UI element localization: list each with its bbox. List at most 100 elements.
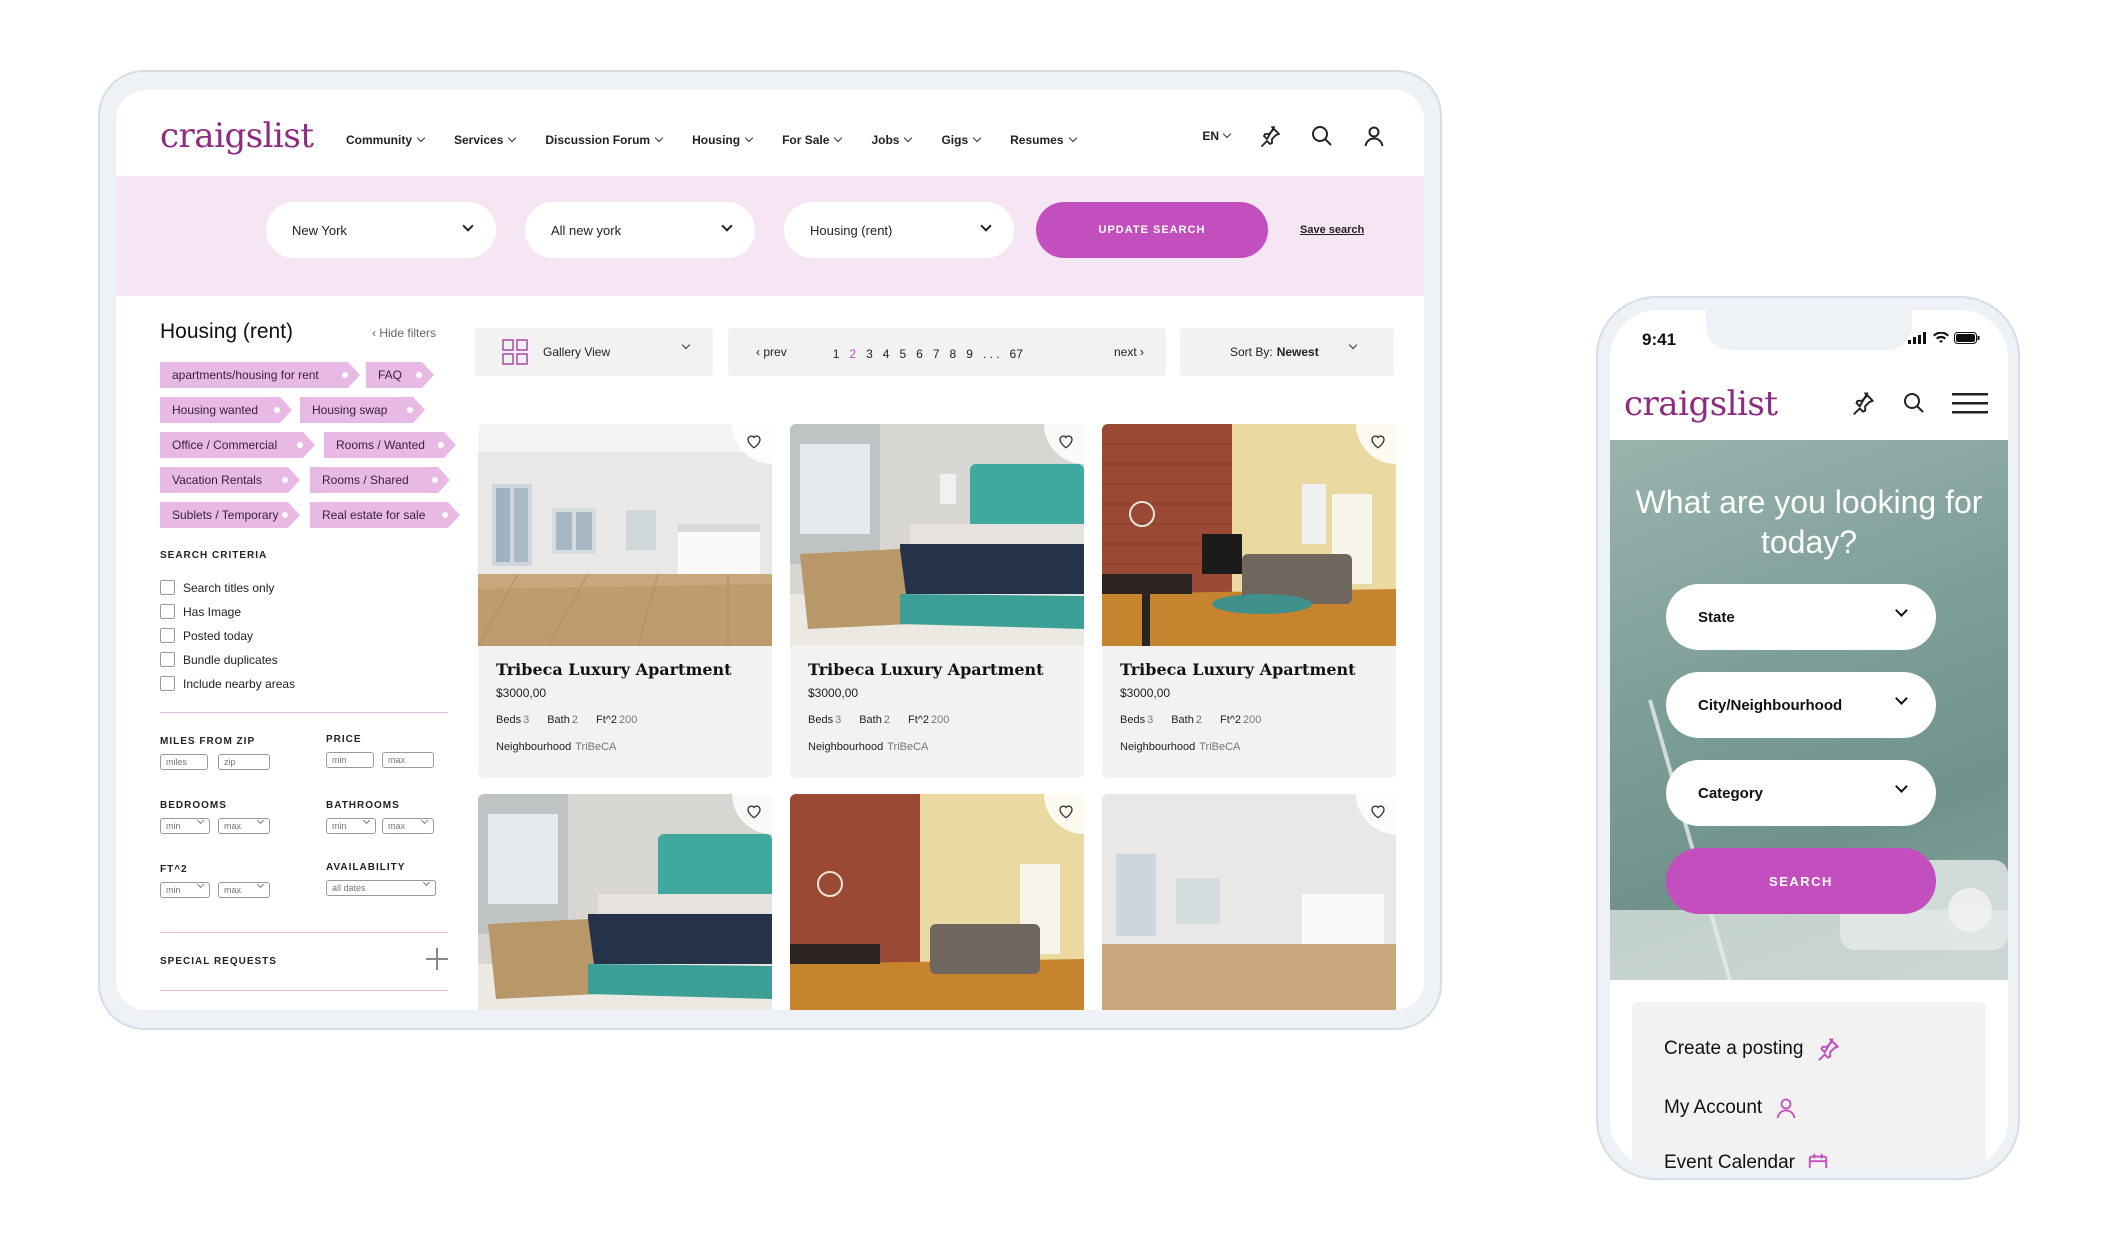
page-link[interactable]: 7 [933,347,940,361]
listing-photo[interactable] [478,794,772,1010]
my-account-link[interactable]: My Account [1664,1096,1798,1120]
listing-photo[interactable] [1102,424,1396,646]
price-max-input[interactable]: max [382,752,434,768]
pin-icon[interactable] [1850,390,1876,416]
category-select[interactable]: Category [1666,760,1936,826]
listing-card[interactable]: Tribeca Luxury Apartment $3000,00 Beds 3 … [1102,424,1396,778]
listing-title[interactable]: Tribeca Luxury Apartment [808,660,1044,679]
page-link[interactable]: 4 [883,347,890,361]
bedrooms-max-select[interactable]: max [218,816,270,834]
bathrooms-min-select[interactable]: min [326,816,376,834]
page-link[interactable]: 6 [916,347,923,361]
checkbox[interactable] [160,604,175,619]
tag-real-estate[interactable]: Real estate for sale [310,502,460,528]
nav-resumes[interactable]: Resumes [1010,133,1077,147]
checkbox-bundle-duplicates[interactable]: Bundle duplicates [160,652,278,667]
zip-input[interactable]: zip [218,754,270,770]
availability-select[interactable]: all dates [326,878,436,896]
update-search-button[interactable]: UPDATE SEARCH [1036,202,1268,258]
checkbox[interactable] [160,628,175,643]
tag-office-commercial[interactable]: Office / Commercial [160,432,315,458]
link-label: My Account [1664,1097,1763,1118]
link-label: Create a posting [1664,1038,1804,1059]
search-icon[interactable] [1310,124,1334,148]
nav-jobs[interactable]: Jobs [871,133,913,147]
page-link-current[interactable]: 2 [849,347,856,361]
tag-rooms-wanted[interactable]: Rooms / Wanted [324,432,456,458]
craigslist-logo[interactable]: craigslist [160,116,314,156]
bedrooms-min-select[interactable]: min [160,816,210,834]
language-selector[interactable]: EN [1202,129,1232,143]
listing-card[interactable] [790,794,1084,1010]
listing-card[interactable] [478,794,772,1010]
listing-photo[interactable] [478,424,772,646]
checkbox-titles-only[interactable]: Search titles only [160,580,274,595]
ft2-min-select[interactable]: min [160,880,210,898]
category-select[interactable]: Housing (rent) [784,202,1014,258]
bathrooms-max-select[interactable]: max [382,816,434,834]
craigslist-logo[interactable]: craigslist [1624,384,1778,424]
nav-housing[interactable]: Housing [692,133,754,147]
plus-icon[interactable] [426,948,448,970]
next-page-link[interactable]: next › [1114,345,1144,359]
page-link[interactable]: 1 [833,347,840,361]
state-select[interactable]: State [1666,584,1936,650]
listing-card[interactable]: Tribeca Luxury Apartment $3000,00 Beds 3 … [478,424,772,778]
hide-filters-link[interactable]: ‹ Hide filters [372,326,436,340]
page-link[interactable]: 3 [866,347,873,361]
tag-housing-swap[interactable]: Housing swap [300,397,425,423]
page-link[interactable]: 9 [966,347,973,361]
listing-card[interactable] [1102,794,1396,1010]
sort-selector[interactable]: Sort By: Newest [1180,328,1394,376]
status-time: 9:41 [1642,330,1677,349]
page-link[interactable]: 5 [899,347,906,361]
area-select[interactable]: All new york [525,202,755,258]
checkbox-has-image[interactable]: Has Image [160,604,241,619]
tag-housing-wanted[interactable]: Housing wanted [160,397,292,423]
area-value: All new york [551,222,622,238]
page-link[interactable]: 8 [950,347,957,361]
city-select[interactable]: City/Neighbourhood [1666,672,1936,738]
page-link[interactable]: 67 [1010,347,1023,361]
search-button[interactable]: SEARCH [1666,848,1936,914]
location-select[interactable]: New York [266,202,496,258]
listing-photo[interactable] [790,424,1084,646]
listing-card[interactable]: Tribeca Luxury Apartment $3000,00 Beds 3 … [790,424,1084,778]
listing-title[interactable]: Tribeca Luxury Apartment [496,660,732,679]
hide-filters-label: Hide filters [379,326,437,340]
prev-page-link[interactable]: ‹ prev [756,345,787,359]
view-selector[interactable]: Gallery View [475,328,713,376]
phone-notch [1706,310,1912,350]
checkbox-posted-today[interactable]: Posted today [160,628,253,643]
listing-title[interactable]: Tribeca Luxury Apartment [1120,660,1356,679]
tag-faq[interactable]: FAQ [366,362,434,388]
nav-label: Discussion Forum [545,133,651,147]
price-min-input[interactable]: min [326,752,374,768]
tag-sublets[interactable]: Sublets / Temporary [160,502,300,528]
user-icon[interactable] [1362,124,1386,148]
nav-community[interactable]: Community [346,133,426,147]
nav-for-sale[interactable]: For Sale [782,133,843,147]
select-value: Category [1698,784,1764,802]
listing-photo[interactable] [1102,794,1396,1010]
miles-input[interactable]: miles [160,754,208,770]
search-icon[interactable] [1902,391,1926,415]
tag-apartments[interactable]: apartments/housing for rent [160,362,360,388]
save-search-link[interactable]: Save search [1300,224,1364,236]
nav-services[interactable]: Services [454,133,517,147]
checkbox[interactable] [160,580,175,595]
pin-icon[interactable] [1258,124,1282,148]
heart-icon [747,805,761,819]
tag-rooms-shared[interactable]: Rooms / Shared [310,467,450,493]
listing-photo[interactable] [790,794,1084,1010]
checkbox[interactable] [160,676,175,691]
ft2-max-select[interactable]: max [218,880,270,898]
tag-vacation-rentals[interactable]: Vacation Rentals [160,467,300,493]
create-posting-link[interactable]: Create a posting [1664,1036,1841,1062]
nav-discussion-forum[interactable]: Discussion Forum [545,133,664,147]
checkbox-nearby-areas[interactable]: Include nearby areas [160,676,295,691]
checkbox[interactable] [160,652,175,667]
nav-gigs[interactable]: Gigs [941,133,982,147]
event-calendar-link[interactable]: Event Calendar [1664,1152,1829,1168]
hamburger-menu-icon[interactable] [1952,392,1988,414]
